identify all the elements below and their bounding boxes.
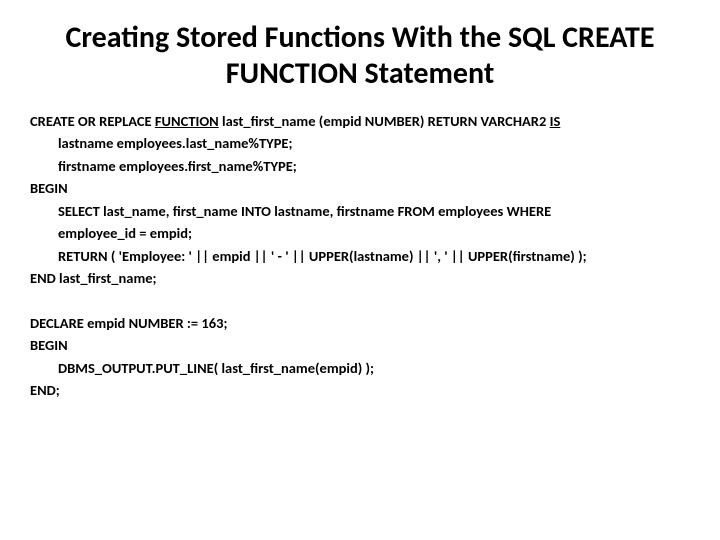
code-text: CREATE OR REPLACE [30,112,155,130]
code-line: BEGIN [30,334,690,356]
slide-title: Creating Stored Functions With the SQL C… [30,20,690,92]
code-block-function-def: CREATE OR REPLACE FUNCTION last_first_na… [30,110,690,290]
code-line: lastname employees.last_name%TYPE; [30,132,690,154]
code-keyword-underline: IS [550,112,561,130]
code-text: last_first_name (empid NUMBER) RETURN VA… [219,112,550,130]
code-line: END last_first_name; [30,267,690,289]
code-line: DBMS_OUTPUT.PUT_LINE( last_first_name(em… [30,357,690,379]
code-line: END; [30,379,690,401]
code-line: DECLARE empid NUMBER := 163; [30,312,690,334]
code-line: CREATE OR REPLACE FUNCTION last_first_na… [30,110,690,132]
code-line: employee_id = empid; [30,222,690,244]
code-line: BEGIN [30,177,690,199]
code-line: firstname employees.first_name%TYPE; [30,155,690,177]
code-line: SELECT last_name, first_name INTO lastna… [30,200,690,222]
spacer [30,290,690,312]
code-block-usage: DECLARE empid NUMBER := 163; BEGIN DBMS_… [30,312,690,402]
slide: Creating Stored Functions With the SQL C… [0,0,720,432]
code-keyword-underline: FUNCTION [155,112,219,130]
code-line: RETURN ( 'Employee: ' || empid || ' - ' … [30,245,690,267]
